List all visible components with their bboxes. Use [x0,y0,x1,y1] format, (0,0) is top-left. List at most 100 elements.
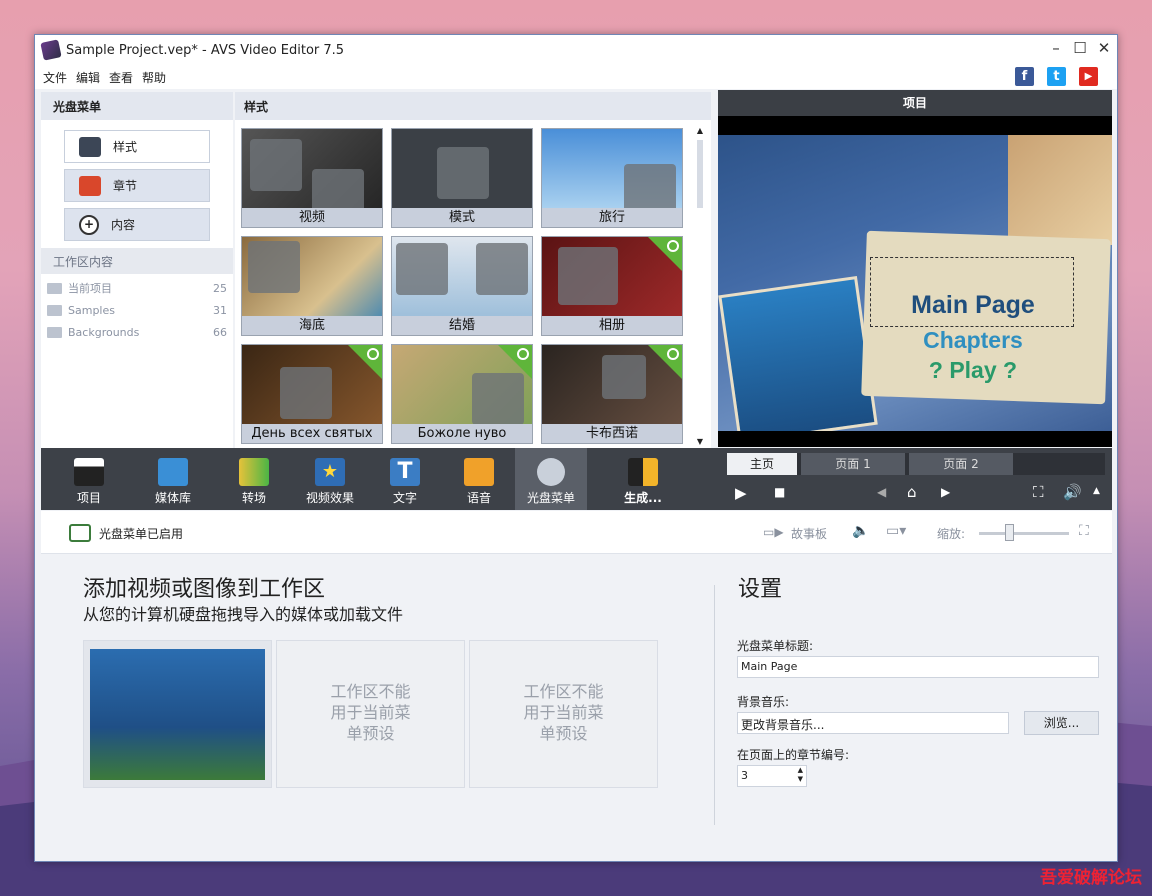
volume-icon[interactable]: 🔊 [1063,483,1082,501]
workspace-item-count: 25 [213,281,227,295]
fullscreen-icon[interactable]: ⛶ [1033,483,1044,501]
style-tile-label: Божоле нуво [392,424,532,443]
status-row: 光盘菜单已启用 ▭▶ 故事板 🔈 ▭▾ 缩放: ⛶ [41,511,1112,554]
app-window: Sample Project.vep* - AVS Video Editor 7… [34,34,1118,862]
style-tile-halloween[interactable]: День всех святых [241,344,383,444]
disabled-slot-1: 工作区不能用于当前菜单预设 [276,640,465,788]
menu-file[interactable]: 文件 [43,69,67,86]
style-tile-label: 相册 [542,316,682,335]
tab-main-page[interactable]: 主页 [727,453,797,475]
play-icon[interactable]: ▶ [735,484,747,502]
volume-up-arrow-icon[interactable]: ▲ [1093,486,1100,496]
produce-icon [628,458,658,486]
minimize-icon[interactable]: – [1049,40,1063,56]
stop-icon[interactable]: ■ [774,485,785,499]
scroll-thumb[interactable] [697,140,703,208]
twitter-icon[interactable]: t [1047,67,1066,86]
chapters-label: 在页面上的章节编号: [737,748,850,762]
fit-zoom-icon[interactable]: ⛶ [1079,523,1089,539]
tab-page-1[interactable]: 页面 1 [801,453,905,475]
toolbar-label: 项目 [76,491,101,505]
stepper-arrows-icon[interactable]: ▲ ▼ [798,766,803,784]
toolbar-video-effects[interactable]: ★ 视频效果 [294,448,366,510]
menu-edit[interactable]: 编辑 [76,69,100,86]
zoom-slider-thumb[interactable] [1005,524,1014,541]
toolbar-media-library[interactable]: 媒体库 [137,448,209,510]
toolbar-project[interactable]: 项目 [53,448,125,510]
style-tile-label: 旅行 [542,208,682,227]
music-field[interactable]: 更改背景音乐... [737,712,1009,734]
toolbar-disc-menu[interactable]: 光盘菜单 [515,448,587,510]
chapters-stepper[interactable]: 3 ▲ ▼ [737,765,807,787]
chapter-icon [79,175,101,196]
preview-panel: 项目 Main Page Chapters ? Play ? [718,90,1112,447]
palette-icon [79,136,101,157]
folder-icon [47,326,62,338]
style-button[interactable]: 样式 [64,130,210,163]
menu-title-text[interactable]: Main Page [868,291,1078,320]
youtube-icon[interactable]: ▶ [1079,67,1098,86]
style-tile-travel[interactable]: 旅行 [541,128,683,228]
window-title: Sample Project.vep* - AVS Video Editor 7… [66,42,345,58]
monitor-icon[interactable]: ▭▾ [886,523,906,539]
toolbar-transitions[interactable]: 转场 [218,448,290,510]
preview-header: 项目 [718,90,1112,116]
chapter-button-label: 章节 [113,179,138,193]
style-tile-pattern[interactable]: 模式 [391,128,533,228]
menu-enabled-check-icon[interactable] [69,524,91,542]
workspace-item-count: 31 [213,303,227,317]
toolbar-label: 光盘菜单 [526,491,575,505]
menu-play-text[interactable]: ? Play ? [868,357,1078,384]
scroll-down-icon[interactable]: ▼ [695,437,705,446]
storyboard-label[interactable]: 故事板 [791,525,827,542]
prev-page-icon[interactable]: ◀ [877,485,886,499]
workspace-item-samples[interactable]: Samples 31 [47,300,227,320]
home-icon[interactable]: ⌂ [907,483,917,501]
styles-panel: 样式 视频 模式 旅行 海底 结婚 相册 День всех святых Бо… [235,92,711,448]
scroll-up-icon[interactable]: ▲ [695,126,705,135]
workspace-item-backgrounds[interactable]: Backgrounds 66 [47,322,227,342]
styles-scrollbar[interactable]: ▲ ▼ [695,126,705,446]
disc-menu-header: 光盘菜单 [41,92,233,120]
toolbar-label: 媒体库 [154,491,191,505]
workspace-thumbnail[interactable] [83,640,272,788]
style-tile-album[interactable]: 相册 [541,236,683,336]
style-tile-cappuccino[interactable]: 卡布西诺 [541,344,683,444]
menu-chapters-text[interactable]: Chapters [868,327,1078,354]
style-tile-label: 结婚 [392,316,532,335]
next-page-icon[interactable]: ▶ [941,485,950,499]
browse-button[interactable]: 浏览... [1024,711,1099,735]
toolbar-voice[interactable]: 语音 [443,448,515,510]
menu-help[interactable]: 帮助 [142,69,166,86]
menu-title-label: 光盘菜单标题: [737,639,814,653]
style-tile-video[interactable]: 视频 [241,128,383,228]
disabled-slot-2: 工作区不能用于当前菜单预设 [469,640,658,788]
toolbar-label: 视频效果 [305,491,354,505]
workspace-area: 添加视频或图像到工作区 从您的计算机硬盘拖拽导入的媒体或加载文件 工作区不能用于… [41,555,1112,857]
facebook-icon[interactable]: f [1015,67,1034,86]
content-button[interactable]: + 内容 [64,208,210,241]
menu-preview-image[interactable]: Main Page Chapters ? Play ? [718,135,1112,431]
style-tile-beaujolais[interactable]: Божоле нуво [391,344,533,444]
maximize-icon[interactable]: ☐ [1073,40,1087,56]
workspace-item-label: 当前项目 [68,282,112,295]
audio-mixer-icon[interactable]: 🔈 [852,523,869,539]
menu-view[interactable]: 查看 [109,69,133,86]
style-tile-wedding[interactable]: 结婚 [391,236,533,336]
toolbar-label: 文字 [392,491,417,505]
toolbar-label: 生成... [624,491,662,505]
close-icon[interactable]: ✕ [1097,40,1111,56]
menu-title-field[interactable]: Main Page [737,656,1099,678]
toolbar-produce[interactable]: 生成... [607,448,679,510]
settings-title: 设置 [738,577,783,602]
storyboard-icon[interactable]: ▭▶ [763,525,784,539]
zoom-slider[interactable] [979,532,1069,535]
style-tile-underwater[interactable]: 海底 [241,236,383,336]
toolbar-text[interactable]: T 文字 [369,448,441,510]
workspace-item-current-project[interactable]: 当前项目 25 [47,278,227,298]
disc-icon [537,458,565,486]
styles-header: 样式 [235,92,711,120]
chapter-button[interactable]: 章节 [64,169,210,202]
transition-icon [239,458,269,486]
tab-page-2[interactable]: 页面 2 [909,453,1013,475]
